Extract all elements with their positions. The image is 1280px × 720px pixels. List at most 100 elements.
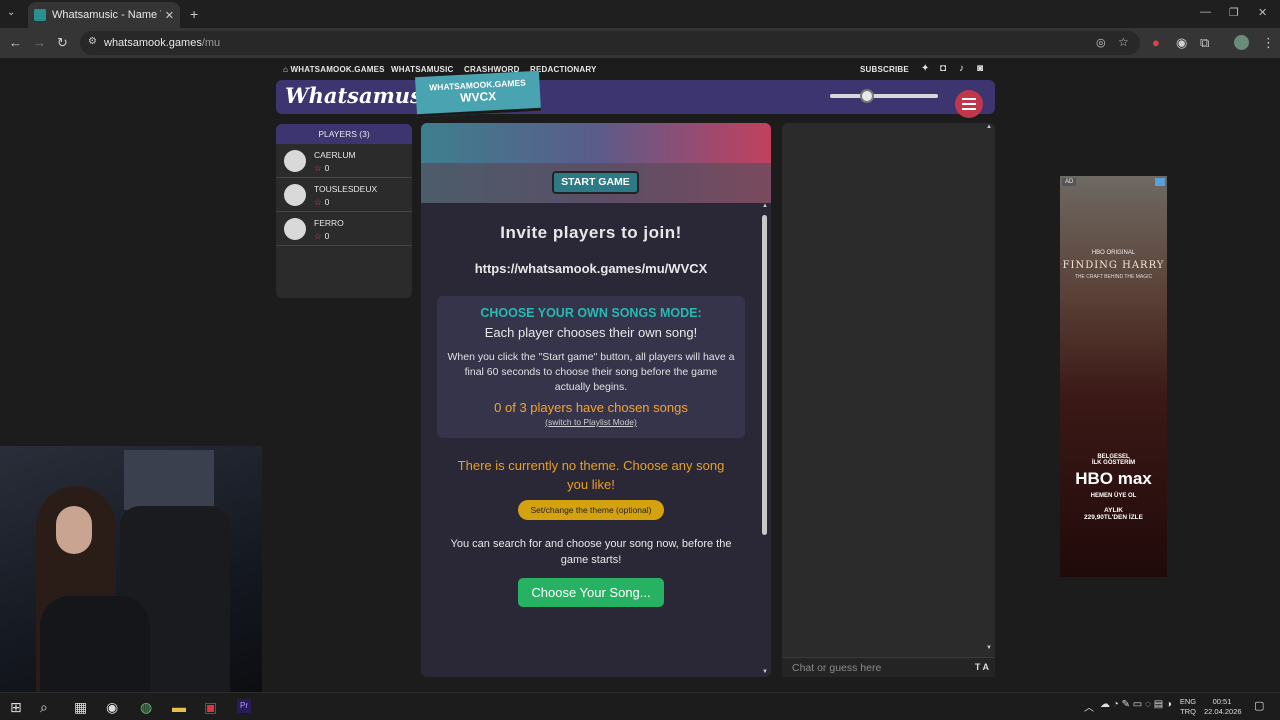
player-row: CAERLUM ☆ 0 [276,144,412,178]
premiere-pro-icon[interactable]: Pr [237,699,251,713]
choose-song-button[interactable]: Choose Your Song... [518,578,664,607]
address-bar[interactable]: ⚙ whatsamook.games/mu ◎ ☆ [80,31,1140,55]
clock-date: 22.04.2026 [1204,707,1242,716]
instagram-icon[interactable]: ◘ [940,63,946,74]
tab-title: Whatsamusic - Name That Tune [52,9,161,21]
star-icon: ☆ [314,231,322,241]
ad-tagline: THE CRAFT BEHIND THE MAGIC [1074,274,1153,280]
site-info-icon[interactable]: ⚙ [88,36,97,47]
profile-avatar-icon[interactable] [1234,35,1249,50]
url-path: /mu [201,37,221,49]
player-score-value: 0 [324,197,330,207]
set-theme-button[interactable]: Set/change the theme (optional) [517,500,665,520]
text-format-button[interactable]: T A [975,662,989,672]
extensions-puzzle-icon[interactable]: ⧉ [1200,36,1209,50]
nav-redactionary-link[interactable]: REDACTIONARY [530,65,597,74]
hbo-max-logo: HBO max [1075,469,1152,488]
switch-playlist-mode-link[interactable]: (switch to Playlist Mode) [437,417,745,427]
search-instructions: You can search for and choose your song … [450,538,732,566]
chrome-icon[interactable]: ◍ [140,699,152,716]
url-host: whatsamook.games [104,37,202,49]
bookmark-star-icon[interactable]: ☆ [1118,35,1129,49]
mode-title: CHOOSE YOUR OWN SONGS MODE: [480,306,702,320]
reload-icon[interactable]: ↻ [57,36,68,50]
tray-up-icon[interactable]: ︿ [1084,699,1094,714]
twitter-icon[interactable]: ✦ [921,63,930,74]
minimize-icon[interactable]: — [1200,6,1211,18]
chat-placeholder: Chat or guess here [792,662,882,674]
players-header: PLAYERS (3) [276,124,412,144]
web-page: ⌂ WHATSAMOOK.GAMES WHATSAMUSIC CRASHWORD… [0,58,1280,701]
new-tab-button[interactable]: + [190,6,198,22]
avatar [284,184,306,206]
obs-icon[interactable]: ◉ [106,699,118,716]
task-view-icon[interactable]: ▦ [74,699,87,716]
ad-cta: HEMEN ÜYE OL [1090,493,1137,499]
volume-slider[interactable] [830,89,938,103]
file-explorer-icon[interactable]: ▬ [172,699,186,715]
scroll-up-icon[interactable]: ▲ [762,203,768,209]
nav-whatsamusic-link[interactable]: WHATSAMUSIC [391,65,454,74]
avatar [284,218,306,240]
ad-hbo-block: BELGESEL İLK GÖSTERİM HBO max HEMEN ÜYE … [1060,454,1167,521]
close-window-icon[interactable]: ✕ [1258,6,1267,19]
extension-circle-icon[interactable]: ◉ [1176,36,1187,50]
player-score: ☆ 0 [314,163,329,174]
subscribe-link[interactable]: SUBSCRIBE [860,65,909,74]
notifications-icon[interactable]: ▢ [1254,699,1264,712]
back-icon[interactable]: ← [9,36,22,50]
chosen-status: 0 of 3 players have chosen songs [494,400,688,415]
theme-status: There is currently no theme. Choose any … [457,458,725,492]
volume-slider-knob[interactable] [860,89,875,103]
game-header-gradient [421,123,771,163]
chat-input[interactable]: Chat or guess here T A [782,657,995,677]
search-icon[interactable]: ⌕ [40,699,48,716]
browser-tab[interactable]: Whatsamusic - Name That Tune ✕ [28,2,180,28]
video-app-icon[interactable]: ▣ [204,699,217,716]
chat-scroll-down-icon[interactable]: ▼ [986,645,992,651]
game-scrollbar[interactable]: ▲ ▼ [762,203,768,675]
mode-subtitle: Each player chooses their own song! [484,325,698,340]
close-tab-icon[interactable]: ✕ [165,9,174,22]
mode-info-box: CHOOSE YOUR OWN SONGS MODE: Each player … [437,296,745,438]
eye-off-icon[interactable]: ◎ [1096,36,1106,49]
players-panel: PLAYERS (3) CAERLUM ☆ 0 TOUSLESDEUX ☆ 0 FE… [276,124,412,298]
hamburger-menu-button[interactable] [955,90,983,118]
avatar [284,150,306,172]
mode-description: When you click the "Start game" button, … [447,351,735,393]
discord-icon[interactable]: ◙ [977,63,983,74]
chat-panel: ▲ ▼ Chat or guess here T A [782,123,995,677]
browser-tab-bar: ⌄ Whatsamusic - Name That Tune ✕ + — ❐ ✕ [0,0,1280,28]
player-name: CAERLUM [314,150,356,160]
player-row: FERRO ☆ 0 [276,212,412,246]
scroll-down-icon[interactable]: ▼ [762,669,768,675]
invite-heading: Invite players to join! [500,223,682,242]
start-icon[interactable]: ⊞ [10,699,22,716]
forward-icon[interactable]: → [33,36,46,50]
nav-home-label: WHATSAMOOK.GAMES [290,65,385,74]
clock[interactable]: 00:51 22.04.2026 [1204,697,1242,717]
player-score: ☆ 0 [314,231,329,242]
maximize-icon[interactable]: ❐ [1229,6,1239,19]
streamer-shirt [40,596,150,701]
game-scrollbar-thumb[interactable] [762,215,767,535]
player-score-value: 0 [324,231,330,241]
language-indicator[interactable]: ENG TRQ [1178,697,1198,717]
chat-scroll-up-icon[interactable]: ▲ [986,124,992,130]
browser-menu-icon[interactable]: ⋮ [1262,36,1275,50]
tab-search-icon[interactable]: ⌄ [7,7,15,18]
extension-red-icon[interactable]: ● [1152,36,1160,50]
nav-home-link[interactable]: ⌂ WHATSAMOOK.GAMES [283,65,385,74]
ad-brand-top: HBO ORIGINAL [1091,250,1136,256]
ad-price2: 229,90TL'DEN İZLE [1084,514,1143,521]
start-game-button[interactable]: START GAME [552,171,639,194]
ad-choices-icon[interactable] [1155,178,1165,186]
tray-icons[interactable]: ☁ ◔ ✎ ▭ ◌ ▤ ◑ [1100,699,1172,710]
ad-title: FINDING HARRY [1062,260,1165,271]
taskbar: ⊞ ⌕ ▦ ◉ ◍ ▬ ▣ Pr ︿ ☁ ◔ ✎ ▭ ◌ ▤ ◑ ENG TRQ… [0,692,1280,720]
invite-url[interactable]: https://whatsamook.games/mu/WVCX [421,261,761,276]
player-row: TOUSLESDEUX ☆ 0 [276,178,412,212]
advertisement[interactable]: AD HBO ORIGINAL FINDING HARRY THE CRAFT … [1060,176,1167,577]
tiktok-icon[interactable]: ♪ [959,63,964,74]
webcam-overlay [0,446,262,701]
